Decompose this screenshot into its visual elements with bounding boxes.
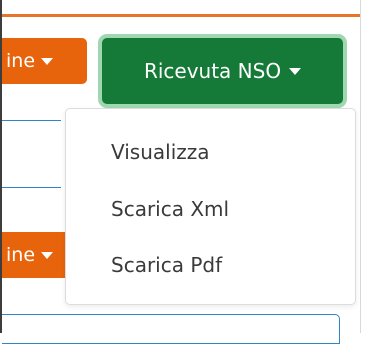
menu-item-download-pdf[interactable]: Scarica Pdf	[111, 253, 222, 277]
receipt-nso-button[interactable]: Ricevuta NSO	[98, 34, 347, 108]
receipt-dropdown-menu: Visualizza Scarica Xml Scarica Pdf	[65, 108, 356, 305]
text-input-field[interactable]	[2, 314, 340, 344]
caret-down-icon	[41, 57, 54, 65]
menu-item-download-xml[interactable]: Scarica Xml	[111, 197, 229, 221]
header-accent-line	[2, 14, 360, 17]
order-button-label: ine	[6, 50, 36, 72]
page-right-border	[360, 0, 361, 333]
order-dropdown-button[interactable]: ine	[2, 38, 87, 84]
menu-item-view[interactable]: Visualizza	[111, 140, 210, 164]
order-button-label: ine	[6, 244, 36, 266]
caret-down-icon	[41, 251, 54, 259]
row-divider	[2, 120, 61, 121]
receipt-button-label: Ricevuta NSO	[143, 59, 282, 83]
row-divider	[2, 187, 61, 188]
caret-down-icon	[289, 67, 302, 75]
